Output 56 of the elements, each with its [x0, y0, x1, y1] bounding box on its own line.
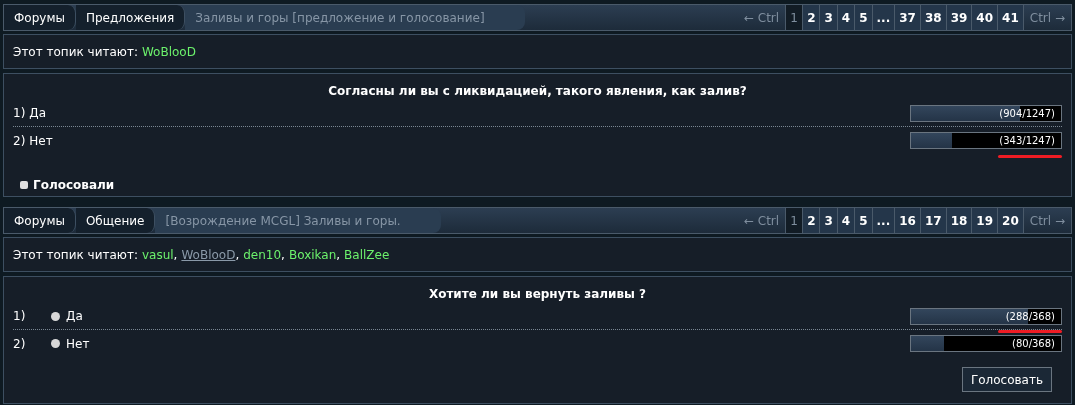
vote-count: (904/1247) — [999, 106, 1055, 121]
page-link[interactable]: 3 — [819, 5, 837, 30]
username-link[interactable]: BallZee — [344, 245, 390, 264]
page-link[interactable]: 17 — [919, 208, 946, 233]
page-link[interactable]: 38 — [919, 5, 946, 30]
option-number: 2) — [13, 335, 27, 353]
comma: , — [173, 246, 178, 264]
vote-count: (80/368) — [1012, 337, 1055, 351]
vote-button[interactable]: Голосовать — [961, 367, 1052, 392]
readers-label: Этот топик читают: — [13, 43, 138, 61]
page-link[interactable]: 1 — [785, 5, 803, 30]
page-link[interactable]: ... — [871, 5, 895, 30]
page-link[interactable]: 2 — [802, 5, 820, 30]
breadcrumb-link[interactable]: Форумы — [4, 208, 76, 233]
breadcrumb-link[interactable]: Предложения — [75, 5, 186, 30]
vote-count: (288/368) — [1005, 309, 1055, 324]
page-link[interactable]: 20 — [997, 208, 1023, 233]
username-link[interactable]: vasul — [141, 245, 174, 264]
page-link[interactable]: 19 — [971, 208, 998, 233]
previous-page-link[interactable]: ← Ctrl — [737, 5, 786, 30]
page-link[interactable]: 18 — [945, 208, 972, 233]
page-link[interactable]: 39 — [945, 5, 972, 30]
page-link[interactable]: ... — [871, 208, 895, 233]
option-label: Нет — [66, 335, 90, 353]
readers-label: Этот топик читают: — [13, 246, 138, 264]
page-link[interactable]: 40 — [971, 5, 998, 30]
page-link[interactable]: 1 — [785, 208, 803, 233]
next-page-link[interactable]: Ctrl → — [1022, 208, 1071, 233]
expand-icon[interactable] — [20, 181, 28, 189]
page-link[interactable]: 37 — [894, 5, 920, 30]
comma: , — [336, 246, 341, 264]
previous-page-link[interactable]: ← Ctrl — [737, 208, 786, 233]
comma: , — [281, 246, 285, 264]
comma: , — [235, 246, 240, 264]
page-link[interactable]: 5 — [854, 208, 872, 233]
option-number: 1) — [13, 308, 27, 325]
vote-count: (343/1247) — [999, 134, 1055, 148]
option-label: Нет — [29, 132, 53, 150]
breadcrumb-link[interactable]: Форумы — [4, 5, 76, 30]
page-link[interactable]: 2 — [802, 208, 820, 233]
page-link[interactable]: 41 — [997, 5, 1023, 30]
poll-question: Хотите ли вы вернуть заливы ? — [427, 286, 648, 303]
option-label: Да — [66, 308, 83, 325]
page-link[interactable]: 5 — [854, 5, 872, 30]
next-page-link[interactable]: Ctrl → — [1022, 5, 1071, 30]
option-label: Да — [29, 105, 47, 122]
page-link[interactable]: 16 — [894, 208, 920, 233]
option-number: 1) — [13, 105, 26, 122]
username-link[interactable]: WoBlooD — [141, 42, 196, 61]
radio-button[interactable] — [51, 311, 60, 321]
voters-link[interactable]: Голосовали — [33, 176, 115, 194]
option-number: 2) — [13, 132, 26, 150]
poll-question: Согласны ли вы с ликвидацией, такого явления, как залив? — [327, 83, 748, 100]
page-link[interactable]: 3 — [819, 208, 837, 233]
radio-button[interactable] — [51, 339, 60, 348]
breadcrumb-link[interactable]: Общение — [75, 208, 156, 233]
